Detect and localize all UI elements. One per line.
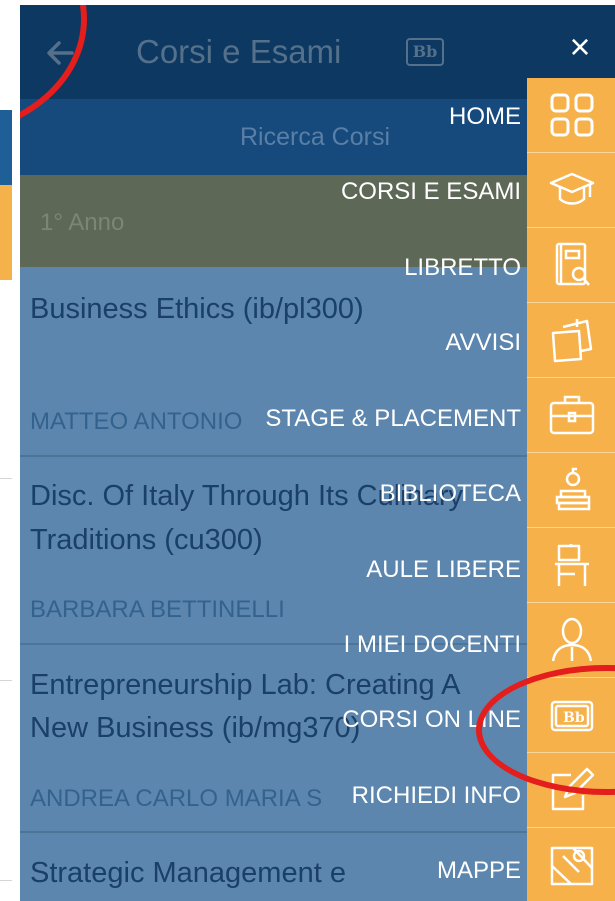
menu-icon-biblioteca[interactable] <box>527 453 615 528</box>
course-title[interactable]: Business Ethics (ib/pl300) <box>30 287 364 331</box>
graduation-cap-icon <box>549 172 595 205</box>
notes-icon <box>551 319 593 363</box>
course-title[interactable]: New Business (ib/mg370) <box>30 706 360 750</box>
app-header: Corsi e Esami Bb × <box>20 5 615 99</box>
background-band-blue <box>0 110 12 185</box>
menu-item-corsi-e-esami[interactable]: CORSI E ESAMI <box>341 178 521 206</box>
menu-item-mappe[interactable]: MAPPE <box>437 857 521 885</box>
search-label[interactable]: Ricerca Corsi <box>240 123 390 152</box>
list-divider <box>20 643 615 645</box>
blackboard-logo-icon[interactable]: Bb <box>406 38 444 66</box>
menu-item-richiedi-info[interactable]: RICHIEDI INFO <box>352 782 521 810</box>
list-divider <box>20 831 615 833</box>
menu-item-stage-placement[interactable]: STAGE & PLACEMENT <box>265 405 521 433</box>
list-divider <box>20 455 615 457</box>
menu-item-avvisi[interactable]: AVVISI <box>445 329 521 357</box>
app-screen: Corsi e Esami Bb × Ricerca Corsi 1° Anno… <box>20 5 615 901</box>
menu-item-libretto[interactable]: LIBRETTO <box>404 254 521 282</box>
menu-item-i-miei-docenti[interactable]: I MIEI DOCENTI <box>344 631 521 659</box>
page-title: Corsi e Esami <box>136 33 342 70</box>
map-icon <box>550 846 594 886</box>
menu-icon-stage-placement[interactable] <box>527 378 615 453</box>
menu-icon-avvisi[interactable] <box>527 303 615 378</box>
background-divider <box>0 680 12 681</box>
menu-icon-mappe[interactable] <box>527 828 615 901</box>
course-title[interactable]: Entrepreneurship Lab: Creating A <box>30 663 460 707</box>
grid-icon <box>550 93 594 137</box>
course-teacher: BARBARA BETTINELLI <box>30 596 285 623</box>
background-divider <box>0 880 12 881</box>
year-label: 1° Anno <box>40 209 125 236</box>
booklet-search-icon <box>555 242 590 286</box>
background-screen-edge <box>0 0 20 901</box>
menu-icon-home[interactable] <box>527 78 615 153</box>
menu-item-home[interactable]: HOME <box>449 103 521 131</box>
menu-icon-corsi-e-esami[interactable] <box>527 153 615 228</box>
teacher-icon <box>551 617 593 662</box>
course-teacher: ANDREA CARLO MARIA S <box>30 785 323 812</box>
menu-icon-aule-libere[interactable] <box>527 528 615 603</box>
course-title[interactable]: Strategic Management e <box>30 851 346 895</box>
course-title[interactable]: Traditions (cu300) <box>30 518 263 562</box>
annotation-circle-corsi-online <box>476 665 615 795</box>
background-divider <box>0 478 12 479</box>
classroom-desk-icon <box>555 544 589 586</box>
briefcase-icon <box>549 395 595 435</box>
library-icon <box>555 467 591 511</box>
menu-item-aule-libere[interactable]: AULE LIBERE <box>366 556 521 584</box>
close-icon[interactable]: × <box>560 27 600 67</box>
menu-icon-libretto[interactable] <box>527 228 615 303</box>
course-teacher: MATTEO ANTONIO <box>30 408 243 435</box>
menu-item-biblioteca[interactable]: BIBLIOTECA <box>380 480 521 508</box>
background-band-orange <box>0 185 12 280</box>
